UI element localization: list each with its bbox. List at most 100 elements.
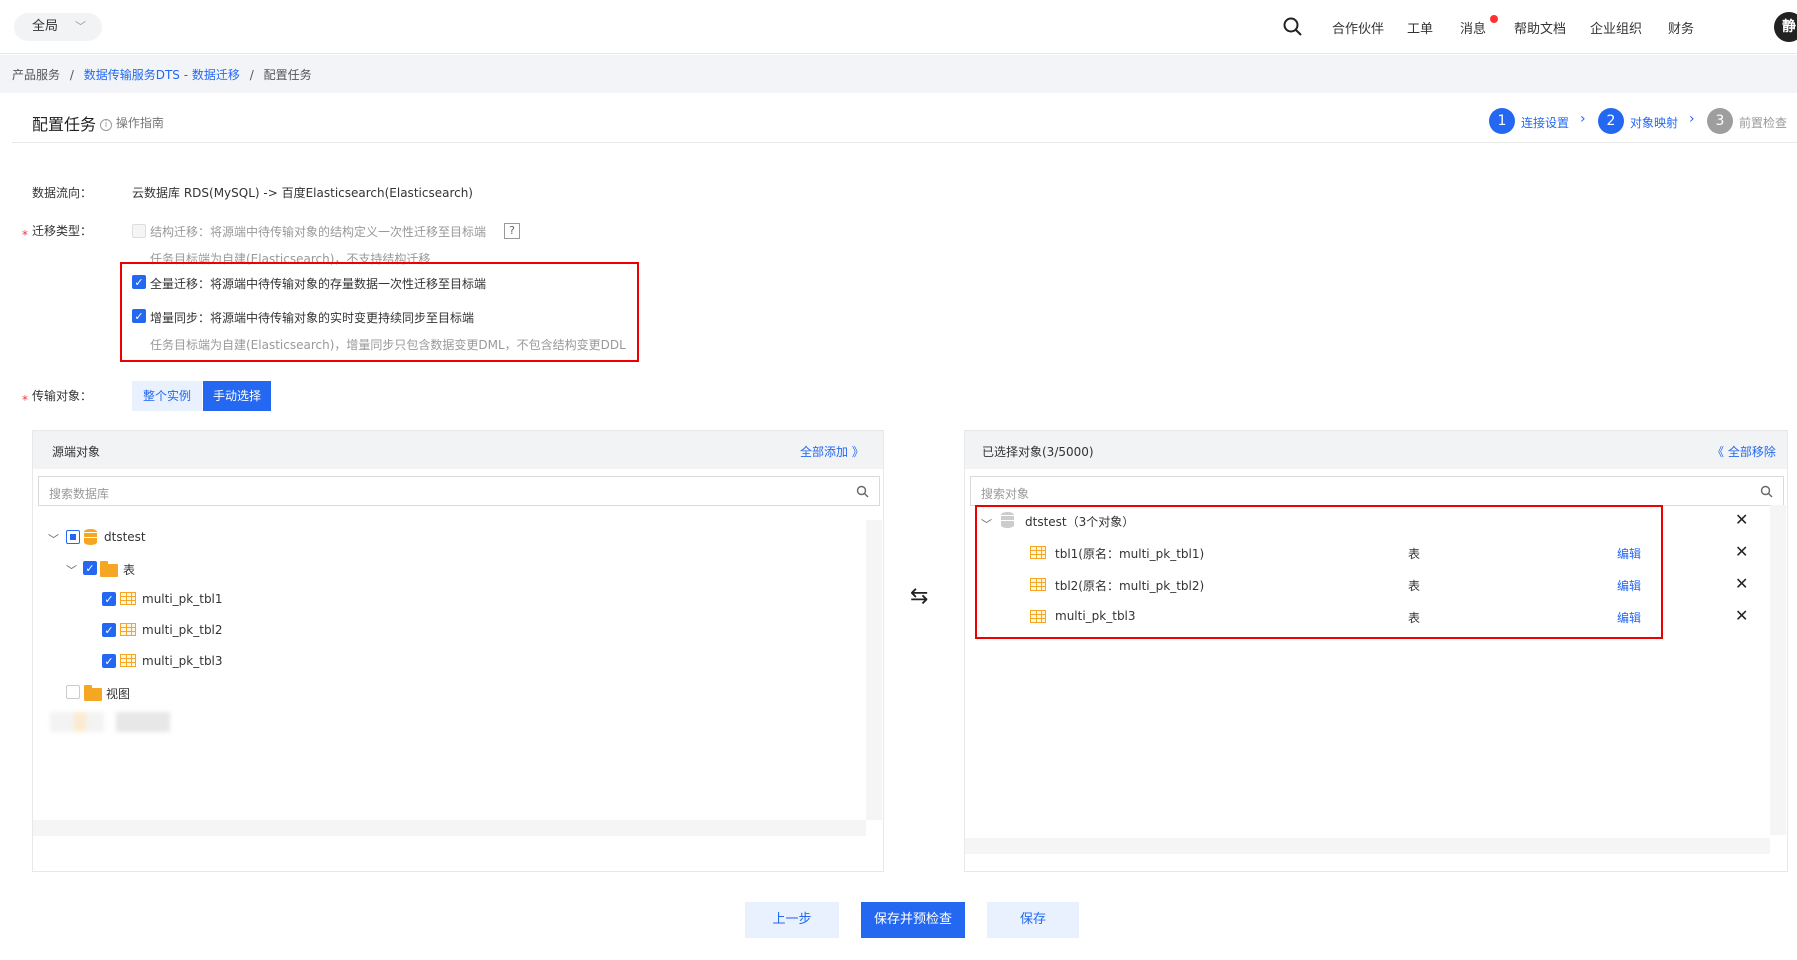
step-1-circle: 1 (1489, 108, 1515, 134)
selected-table-type: 表 (1408, 547, 1421, 561)
breadcrumb: 产品服务 / 数据传输服务DTS - 数据迁移 / 配置任务 (12, 68, 312, 82)
breadcrumb-service[interactable]: 数据传输服务DTS - 数据迁移 (84, 68, 240, 82)
full-migration-checkbox[interactable]: ✓ (132, 275, 146, 289)
nav-partners[interactable]: 合作伙伴 (1332, 18, 1384, 37)
incremental-sync-checkbox[interactable]: ✓ (132, 309, 146, 323)
view-folder-checkbox[interactable] (66, 685, 80, 699)
source-search-input[interactable]: 搜索数据库 (38, 476, 880, 506)
scope-label: 全局 (32, 19, 59, 34)
nav-tickets[interactable]: 工单 (1407, 18, 1433, 37)
selected-horizontal-scrollbar[interactable] (965, 838, 1770, 854)
search-icon (856, 485, 869, 498)
user-avatar[interactable]: 静 (1774, 12, 1797, 42)
edit-link[interactable]: 编辑 (1617, 609, 1641, 626)
selected-panel-title: 已选择对象(3/5000) (982, 445, 1094, 459)
incremental-sync-hint: 任务目标端为自建(Elasticsearch)，增量同步只包含数据变更DML，不… (150, 338, 626, 352)
database-icon (84, 529, 97, 545)
remove-db-icon[interactable]: ✕ (1735, 510, 1748, 529)
struct-migration-option: 结构迁移：将源端中待传输对象的结构定义一次性迁移至目标端 (150, 225, 487, 239)
struct-migration-checkbox (132, 224, 146, 238)
step-2-circle: 2 (1598, 108, 1624, 134)
source-search-placeholder: 搜索数据库 (49, 487, 110, 501)
flow-value: 云数据库 RDS(MySQL) -> 百度Elasticsearch(Elast… (132, 186, 473, 200)
database-icon (1001, 512, 1014, 528)
save-and-precheck-button[interactable]: 保存并预检查 (861, 902, 965, 938)
message-badge-dot (1490, 15, 1498, 23)
selected-table-name: tbl2(原名：multi_pk_tbl2) (1055, 579, 1205, 593)
breadcrumb-current: 配置任务 (263, 68, 312, 82)
selected-table-type: 表 (1408, 611, 1421, 625)
guide-link[interactable]: i 操作指南 (100, 114, 164, 131)
migration-type-label: 迁移类型： (32, 224, 93, 238)
chevron-down-icon[interactable]: ﹀ (48, 531, 59, 547)
add-all-link[interactable]: 全部添加 》 (800, 443, 864, 460)
search-icon (1760, 485, 1773, 498)
view-folder-label: 视图 (106, 687, 131, 701)
selected-table-name: tbl1(原名：multi_pk_tbl1) (1055, 547, 1205, 561)
transfer-arrows-icon: ⇆ (910, 584, 929, 609)
table-folder-label: 表 (123, 563, 136, 577)
seg-manual-select[interactable]: 手动选择 (203, 381, 271, 411)
table-icon (120, 623, 136, 636)
step-1-label[interactable]: 连接设置 (1521, 114, 1569, 131)
blurred-item (50, 712, 170, 732)
save-button[interactable]: 保存 (987, 902, 1079, 938)
table-icon (120, 654, 136, 667)
scope-selector[interactable]: 全局 ﹀ (14, 13, 102, 41)
table-checkbox[interactable]: ✓ (102, 592, 116, 606)
chevron-down-icon: ﹀ (75, 20, 86, 33)
step-arrow-icon: › (1689, 111, 1695, 127)
selected-vertical-scrollbar[interactable] (1770, 505, 1786, 835)
source-table-name: multi_pk_tbl3 (142, 654, 223, 668)
incremental-sync-option: 增量同步：将源端中待传输对象的实时变更持续同步至目标端 (150, 311, 475, 325)
db-checkbox[interactable] (66, 530, 80, 544)
page-title: 配置任务 (32, 115, 97, 134)
seg-whole-instance[interactable]: 整个实例 (132, 381, 202, 411)
help-question-icon[interactable]: ? (504, 223, 520, 239)
selected-search-input[interactable]: 搜索对象 (970, 476, 1784, 506)
remove-all-link[interactable]: 《 全部移除 (1712, 443, 1776, 460)
folder-icon (100, 561, 118, 577)
table-icon (1030, 578, 1046, 591)
full-migration-option: 全量迁移：将源端中待传输对象的存量数据一次性迁移至目标端 (150, 277, 487, 291)
nav-finance[interactable]: 财务 (1668, 18, 1694, 37)
step-3-label: 前置检查 (1739, 116, 1788, 130)
remove-row-icon[interactable]: ✕ (1735, 606, 1748, 625)
source-table-name: multi_pk_tbl2 (142, 623, 223, 637)
transfer-object-label: 传输对象： (32, 389, 93, 403)
source-table-name: multi_pk_tbl1 (142, 592, 223, 606)
selected-db-name: dtstest（3个对象） (1025, 515, 1135, 529)
nav-messages[interactable]: 消息 (1460, 18, 1486, 37)
selected-table-type: 表 (1408, 579, 1421, 593)
chevron-down-icon[interactable]: ﹀ (981, 516, 992, 532)
source-panel-header (33, 431, 883, 469)
chevron-down-icon[interactable]: ﹀ (66, 562, 77, 578)
step-2-label[interactable]: 对象映射 (1630, 114, 1678, 131)
remove-row-icon[interactable]: ✕ (1735, 542, 1748, 561)
search-icon[interactable] (1282, 16, 1304, 38)
table-icon (1030, 610, 1046, 623)
required-mark: * (22, 393, 28, 407)
required-mark: * (22, 228, 28, 242)
edit-link[interactable]: 编辑 (1617, 577, 1641, 594)
table-folder-checkbox[interactable]: ✓ (83, 561, 97, 575)
table-checkbox[interactable]: ✓ (102, 654, 116, 668)
edit-link[interactable]: 编辑 (1617, 545, 1641, 562)
flow-label: 数据流向： (32, 186, 93, 200)
info-icon: i (100, 119, 112, 131)
table-checkbox[interactable]: ✓ (102, 623, 116, 637)
nav-enterprise[interactable]: 企业组织 (1590, 18, 1642, 37)
step-3-circle: 3 (1707, 108, 1733, 134)
title-divider (12, 142, 1797, 143)
remove-row-icon[interactable]: ✕ (1735, 574, 1748, 593)
table-icon (1030, 546, 1046, 559)
folder-icon (84, 685, 102, 701)
nav-help-docs[interactable]: 帮助文档 (1514, 18, 1566, 37)
selected-table-name: multi_pk_tbl3 (1055, 609, 1136, 623)
table-icon (120, 592, 136, 605)
source-horizontal-scrollbar[interactable] (33, 820, 866, 836)
selected-search-placeholder: 搜索对象 (981, 487, 1030, 501)
prev-step-button[interactable]: 上一步 (745, 902, 839, 938)
source-vertical-scrollbar[interactable] (866, 520, 882, 820)
breadcrumb-root[interactable]: 产品服务 (12, 68, 60, 82)
